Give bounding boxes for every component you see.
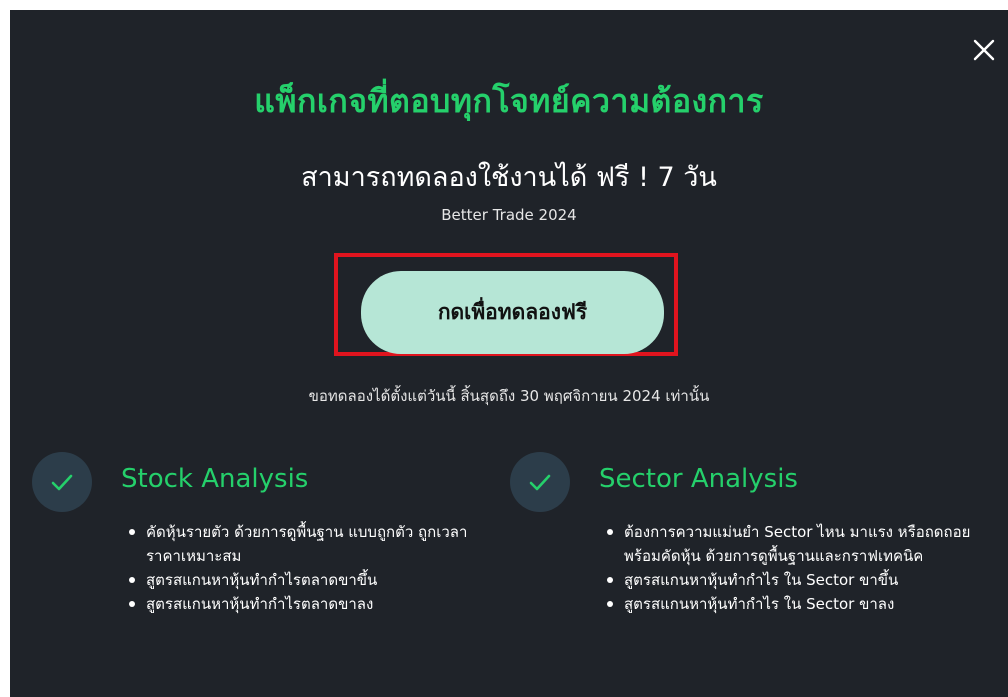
modal-subtitle: สามารถทดลองใช้งานได้ ฟรี ! 7 วัน	[301, 162, 717, 193]
close-button[interactable]	[970, 36, 998, 64]
close-icon	[973, 39, 995, 61]
modal-title: แพ็กเกจที่ตอบทุกโจทย์ความต้องการ	[254, 82, 764, 120]
free-trial-button[interactable]: กดเพื่อทดลองฟรี	[361, 271, 664, 354]
feature-title: Stock Analysis	[121, 464, 309, 494]
feature-list: คัดหุ้นรายตัว ด้วยการดูพื้นฐาน แบบถูกตัว…	[128, 520, 488, 616]
check-icon	[510, 452, 570, 512]
list-item: สูตรสแกนหาหุ้นทำกำไร ใน Sector ขาลง	[606, 592, 986, 616]
feature-title: Sector Analysis	[599, 464, 798, 494]
promo-modal: แพ็กเกจที่ตอบทุกโจทย์ความต้องการ สามารถท…	[10, 10, 1008, 697]
check-icon	[32, 452, 92, 512]
list-item: สูตรสแกนหาหุ้นทำกำไรตลาดขาขึ้น	[128, 568, 488, 592]
list-item: ต้องการความแม่นยำ Sector ไหน มาแรง หรือถ…	[606, 520, 986, 568]
trial-period-note: ขอทดลองได้ตั้งแต่วันนี้ สิ้นสุดถึง 30 พฤ…	[308, 387, 710, 405]
list-item: สูตรสแกนหาหุ้นทำกำไรตลาดขาลง	[128, 592, 488, 616]
brand-label: Better Trade 2024	[441, 206, 577, 224]
list-item: สูตรสแกนหาหุ้นทำกำไร ใน Sector ขาขึ้น	[606, 568, 986, 592]
list-item: คัดหุ้นรายตัว ด้วยการดูพื้นฐาน แบบถูกตัว…	[128, 520, 488, 568]
feature-list: ต้องการความแม่นยำ Sector ไหน มาแรง หรือถ…	[606, 520, 986, 616]
